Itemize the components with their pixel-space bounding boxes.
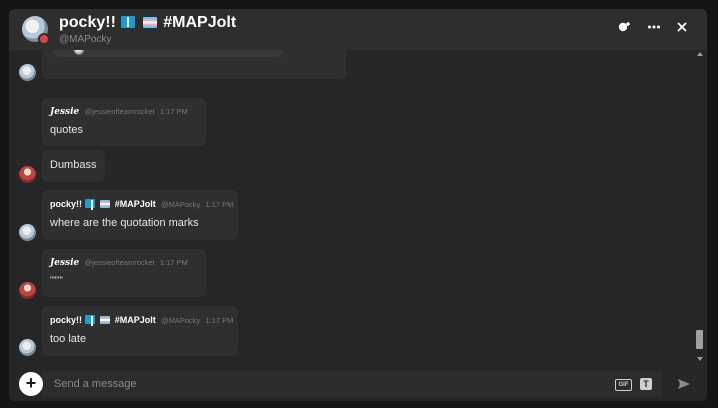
dm-header: pocky!! #MAPJolt @MAPocky bbox=[9, 9, 707, 50]
dm-window: pocky!! #MAPJolt @MAPocky Jessie @jessie… bbox=[9, 9, 707, 401]
trans-flag-emoji-icon bbox=[142, 17, 157, 28]
close-button[interactable] bbox=[672, 20, 692, 38]
message-author-tag: #MAPJolt bbox=[114, 199, 156, 209]
send-icon[interactable] bbox=[677, 378, 691, 390]
message-bubble[interactable]: pocky!! #MAPJolt @MAPocky 1:17 PM too la… bbox=[42, 306, 238, 356]
message-handle: @MAPocky bbox=[160, 316, 201, 325]
message-bubble[interactable] bbox=[42, 50, 346, 79]
person-plus-icon bbox=[618, 22, 630, 32]
ellipsis-icon bbox=[648, 25, 660, 29]
status-dnd-indicator bbox=[38, 33, 50, 45]
reply-preview[interactable] bbox=[54, 50, 282, 57]
avatar[interactable] bbox=[19, 224, 36, 241]
header-handle: @MAPocky bbox=[59, 34, 112, 45]
message-meta: Jessie @jessieofteamrocket 1:17 PM bbox=[50, 258, 188, 268]
avatar bbox=[74, 50, 84, 55]
more-options-button[interactable] bbox=[644, 20, 664, 38]
title-tag: #MAPJolt bbox=[163, 14, 237, 31]
close-icon bbox=[677, 22, 687, 32]
message-author[interactable]: pocky!! bbox=[50, 315, 82, 325]
message-list[interactable]: Jessie @jessieofteamrocket 1:17 PM quote… bbox=[9, 50, 693, 367]
message-handle: @jessieofteamrocket bbox=[84, 258, 155, 267]
avatar[interactable] bbox=[19, 64, 36, 81]
message-handle: @jessieofteamrocket bbox=[84, 107, 155, 116]
message-author[interactable]: Jessie bbox=[50, 107, 79, 117]
book-emoji-icon bbox=[121, 16, 136, 28]
avatar[interactable] bbox=[19, 166, 36, 183]
book-emoji-icon bbox=[85, 315, 96, 326]
scrollbar-thumb[interactable] bbox=[696, 330, 703, 349]
message-input[interactable] bbox=[42, 371, 662, 397]
sticker-icon: T bbox=[643, 379, 649, 389]
message-text: quotes bbox=[50, 124, 84, 136]
attach-button[interactable]: + bbox=[19, 372, 43, 396]
message-meta: pocky!! #MAPJolt @MAPocky 1:17 PM bbox=[50, 199, 234, 210]
message-meta: Jessie @jessieofteamrocket 1:17 PM bbox=[50, 107, 188, 117]
message-author[interactable]: pocky!! bbox=[50, 199, 82, 209]
message-bubble[interactable]: Jessie @jessieofteamrocket 1:17 PM """" bbox=[42, 249, 206, 297]
message-author[interactable]: Jessie bbox=[50, 258, 79, 268]
message-time: 1:17 PM bbox=[159, 107, 188, 116]
scrollbar[interactable] bbox=[695, 50, 705, 367]
trans-flag-emoji-icon bbox=[100, 200, 111, 208]
message-text: """" bbox=[50, 275, 63, 285]
avatar[interactable] bbox=[19, 282, 36, 299]
message-time: 1:17 PM bbox=[159, 258, 188, 267]
scroll-down-arrow-icon[interactable] bbox=[697, 357, 703, 361]
avatar[interactable] bbox=[19, 339, 36, 356]
title-name: pocky!! bbox=[59, 14, 116, 31]
message-text: Dumbass bbox=[50, 159, 97, 171]
message-time: 1:17 PM bbox=[205, 200, 234, 209]
add-friend-button[interactable] bbox=[615, 20, 635, 38]
message-handle: @MAPocky bbox=[160, 200, 201, 209]
message-bubble[interactable]: pocky!! #MAPJolt @MAPocky 1:17 PM where … bbox=[42, 190, 238, 240]
plus-icon: + bbox=[25, 373, 37, 393]
message-author-tag: #MAPJolt bbox=[114, 315, 156, 325]
gif-button[interactable]: GIF bbox=[615, 379, 632, 391]
message-bubble[interactable]: Jessie @jessieofteamrocket 1:17 PM quote… bbox=[42, 98, 206, 146]
book-emoji-icon bbox=[85, 199, 96, 210]
scroll-up-arrow-icon[interactable] bbox=[697, 52, 703, 56]
page-title: pocky!! #MAPJolt bbox=[59, 14, 236, 32]
message-text: too late bbox=[50, 333, 87, 345]
message-time: 1:17 PM bbox=[205, 316, 234, 325]
trans-flag-emoji-icon bbox=[100, 316, 111, 324]
message-composer: + GIF T bbox=[9, 367, 707, 401]
message-meta: pocky!! #MAPJolt @MAPocky 1:17 PM bbox=[50, 315, 234, 326]
sticker-button[interactable]: T bbox=[640, 378, 652, 390]
message-text: where are the quotation marks bbox=[50, 217, 199, 229]
message-bubble[interactable]: Dumbass bbox=[42, 150, 105, 182]
